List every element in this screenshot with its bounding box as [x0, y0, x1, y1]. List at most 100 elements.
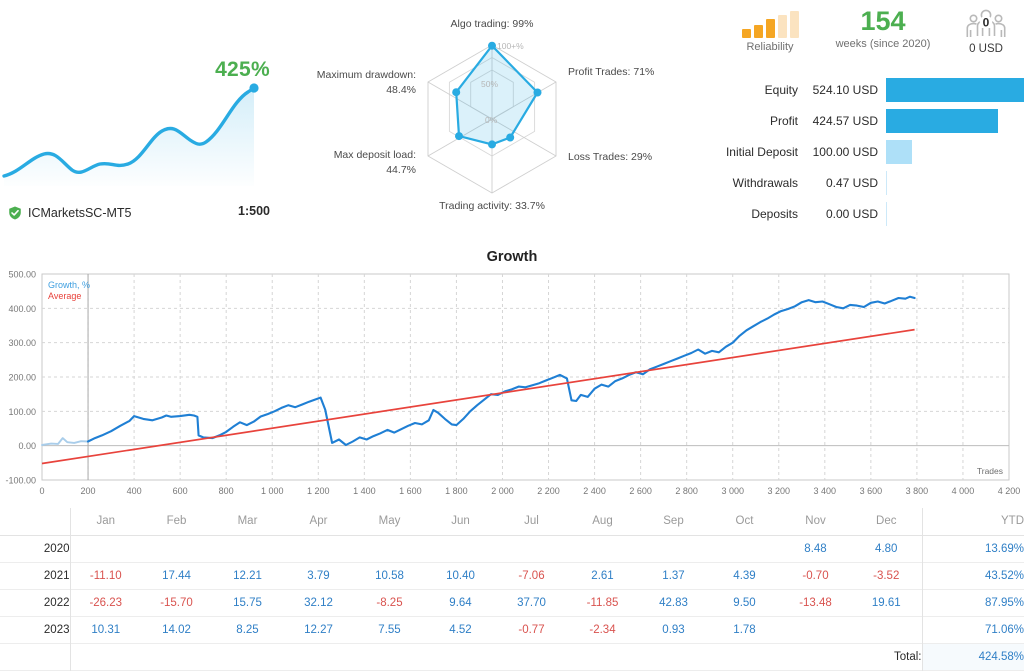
radar-label-algo-trading: Algo trading: 99% [451, 18, 534, 30]
monthly-total-label: Total: [70, 643, 922, 670]
monthly-header-month: Dec [851, 508, 922, 535]
monthly-table-row: 2022-26.23-15.7015.7532.12-8.259.6437.70… [0, 589, 1024, 616]
finance-bar-track [886, 78, 1024, 102]
monthly-header-ytd: YTD [922, 508, 1024, 535]
svg-text:3 800: 3 800 [906, 486, 929, 496]
sparkline-area [4, 88, 254, 186]
leverage-value: 1:500 [238, 204, 270, 218]
svg-text:600: 600 [173, 486, 188, 496]
monthly-value-cell: -15.70 [141, 589, 212, 616]
monthly-header-month: Feb [141, 508, 212, 535]
subscribers-people-icon: 0 [964, 7, 1008, 41]
svg-text:800: 800 [219, 486, 234, 496]
monthly-value-cell: 10.58 [354, 562, 425, 589]
svg-text:0: 0 [39, 486, 44, 496]
monthly-value-cell: 8.48 [780, 535, 851, 562]
monthly-value-cell: 7.55 [354, 616, 425, 643]
monthly-value-cell: 42.83 [638, 589, 709, 616]
monthly-table-row: 202310.3114.028.2512.277.554.52-0.77-2.3… [0, 616, 1024, 643]
monthly-value-cell: 19.61 [851, 589, 922, 616]
monthly-value-cell: 4.39 [709, 562, 780, 589]
svg-text:-100.00: -100.00 [5, 476, 36, 486]
monthly-ytd-cell: 87.95% [922, 589, 1024, 616]
monthly-value-cell: -0.70 [780, 562, 851, 589]
finance-bar-track [886, 109, 1024, 133]
monthly-header-row: JanFebMarAprMayJunJulAugSepOctNovDecYTD [0, 508, 1024, 535]
monthly-value-cell: 15.75 [212, 589, 283, 616]
svg-text:200.00: 200.00 [8, 373, 36, 383]
monthly-value-cell: 12.21 [212, 562, 283, 589]
radar-label-loss-trades: Loss Trades: 29% [568, 151, 652, 163]
monthly-value-cell: 1.37 [638, 562, 709, 589]
monthly-value-cell: 4.52 [425, 616, 496, 643]
reliability-bars-icon [728, 10, 812, 38]
finance-label: Withdrawals [700, 176, 798, 190]
svg-text:0.00: 0.00 [18, 441, 36, 451]
radar-scale-0: 0% [485, 115, 498, 125]
monthly-value-cell: 1.78 [709, 616, 780, 643]
monthly-value-cell: 37.70 [496, 589, 567, 616]
monthly-value-cell: -2.34 [567, 616, 638, 643]
radar-label-trading-activity: Trading activity: 33.7% [439, 200, 545, 212]
monthly-header-month: Mar [212, 508, 283, 535]
growth-x-axis-title: Trades [977, 466, 1003, 476]
svg-text:4 200: 4 200 [998, 486, 1021, 496]
monthly-value-cell: 14.02 [141, 616, 212, 643]
svg-text:4 000: 4 000 [952, 486, 975, 496]
monthly-ytd-cell: 13.69% [922, 535, 1024, 562]
monthly-table-row: 20208.484.8013.69% [0, 535, 1024, 562]
finance-row-profit: Profit 424.57 USD [700, 105, 1024, 136]
sparkline-end-point [249, 83, 258, 92]
account-stats-panel: Reliability 154 weeks (since 2020) [700, 0, 1024, 238]
radar-label-maximum-drawdown: Maximum drawdown: [317, 69, 416, 81]
radar-label-maximum-drawdown-value: 48.4% [386, 84, 416, 96]
monthly-header-month: Aug [567, 508, 638, 535]
radar-label-max-deposit-load-value: 44.7% [386, 164, 416, 176]
finance-value: 0.00 USD [798, 207, 886, 221]
growth-chart[interactable]: 500.00400.00300.00200.00100.000.00-100.0… [0, 266, 1024, 508]
finance-bar-track [886, 171, 1024, 195]
radar-data-polygon [456, 46, 537, 145]
monthly-value-cell [283, 535, 354, 562]
svg-text:1 600: 1 600 [399, 486, 422, 496]
monthly-value-cell [851, 616, 922, 643]
monthly-header-month: Sep [638, 508, 709, 535]
monthly-value-cell: -8.25 [354, 589, 425, 616]
svg-text:3 000: 3 000 [721, 486, 744, 496]
finance-bar [886, 109, 998, 133]
weeks-badge: 154 weeks (since 2020) [818, 6, 948, 50]
monthly-header-year [0, 508, 70, 535]
growth-percent-value: 425% [215, 58, 270, 82]
monthly-value-cell: 10.31 [70, 616, 141, 643]
monthly-value-cell: -11.10 [70, 562, 141, 589]
monthly-value-cell [425, 535, 496, 562]
monthly-value-cell [70, 535, 141, 562]
finance-bar [886, 140, 912, 164]
monthly-total-spacer [0, 643, 70, 670]
verified-shield-check-icon [8, 206, 22, 220]
finance-bar [886, 78, 1024, 102]
monthly-value-cell [709, 535, 780, 562]
svg-text:1 000: 1 000 [261, 486, 284, 496]
monthly-value-cell: -11.85 [567, 589, 638, 616]
monthly-value-cell: -7.06 [496, 562, 567, 589]
svg-text:2 000: 2 000 [491, 486, 514, 496]
svg-text:1 800: 1 800 [445, 486, 468, 496]
reliability-badge[interactable]: Reliability [728, 10, 812, 53]
finance-bar-track [886, 202, 1024, 226]
radar-scale-50: 50% [481, 79, 498, 89]
growth-grid [42, 274, 1009, 480]
monthly-value-cell: 9.64 [425, 589, 496, 616]
monthly-table-head: JanFebMarAprMayJunJulAugSepOctNovDecYTD [0, 508, 1024, 535]
growth-sparkline-panel[interactable]: 425% ICMarketsSC-MT5 1:500 [0, 0, 292, 238]
radar-label-max-deposit-load: Max deposit load: [334, 149, 416, 161]
svg-text:3 200: 3 200 [767, 486, 790, 496]
growth-sparkline-chart [0, 30, 270, 190]
finance-row-equity: Equity 524.10 USD [700, 74, 1024, 105]
subscribers-badge[interactable]: 0 0 USD [948, 6, 1024, 55]
monthly-value-cell [354, 535, 425, 562]
finance-label: Profit [700, 114, 798, 128]
monthly-value-cell: -13.48 [780, 589, 851, 616]
svg-text:2 200: 2 200 [537, 486, 560, 496]
monthly-value-cell: 3.79 [283, 562, 354, 589]
